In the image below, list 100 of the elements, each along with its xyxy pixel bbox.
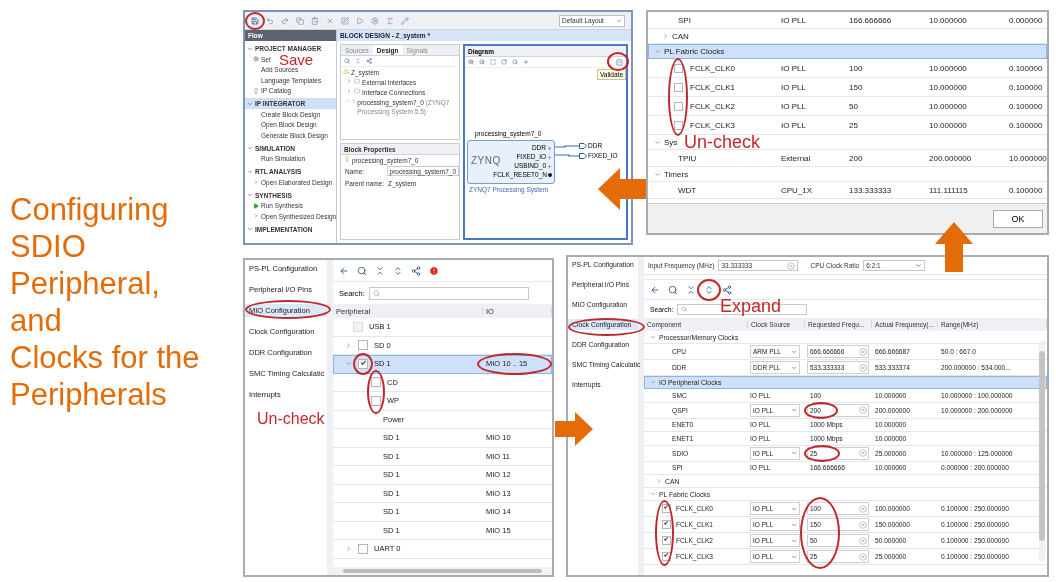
clear-icon[interactable] — [859, 536, 867, 545]
right-arrow — [555, 412, 593, 446]
chevron-down-icon — [791, 364, 797, 371]
search-icon[interactable] — [357, 265, 367, 276]
redo-icon[interactable] — [281, 16, 289, 25]
table-cell: IO PLL — [781, 101, 806, 111]
edit-icon[interactable] — [341, 16, 349, 25]
checkbox[interactable] — [371, 377, 381, 388]
table-cell: TPIU — [678, 153, 697, 163]
pencil-icon[interactable] — [401, 16, 409, 25]
rotate-icon[interactable] — [501, 59, 507, 65]
collapse-icon[interactable] — [355, 58, 361, 64]
table-cell: FCLK_CLK1 — [690, 82, 735, 92]
chevron-down-icon[interactable] — [345, 360, 352, 368]
table-cell: 200 — [849, 153, 863, 163]
clear-icon[interactable] — [859, 347, 867, 356]
checkbox[interactable] — [662, 552, 671, 561]
table-cell: 10.000000 — [929, 82, 967, 92]
checkbox[interactable] — [662, 504, 671, 513]
clear-icon[interactable] — [787, 261, 796, 270]
chevron-down-icon[interactable] — [650, 491, 656, 497]
paste-icon[interactable] — [311, 16, 319, 25]
table-cell: 10.000000 — [929, 15, 967, 25]
chevron-down-icon — [247, 145, 253, 151]
back-icon[interactable] — [339, 265, 349, 276]
search-icon[interactable] — [512, 59, 518, 65]
plus-icon — [547, 145, 552, 151]
fit-icon[interactable] — [490, 59, 496, 65]
chevron-down-icon — [247, 100, 253, 107]
expand-icon[interactable] — [393, 265, 403, 276]
chevron-down-icon — [247, 226, 253, 232]
highlight-ellipse — [607, 52, 629, 71]
chevron-right-icon[interactable] — [345, 341, 352, 349]
chevron-right-icon[interactable] — [662, 32, 669, 40]
checkbox[interactable] — [358, 340, 368, 351]
annotation-label: Expand — [720, 297, 782, 315]
settings-icon — [253, 56, 259, 63]
checkbox[interactable] — [662, 536, 671, 545]
clear-icon[interactable] — [859, 449, 867, 457]
chevron-right-icon[interactable] — [253, 213, 259, 220]
clear-icon[interactable] — [859, 552, 867, 561]
up-arrow — [935, 222, 973, 272]
chevron-down-icon[interactable] — [654, 47, 661, 55]
copy-icon[interactable] — [296, 16, 304, 25]
close-icon[interactable] — [326, 16, 334, 25]
zoom-out-icon[interactable] — [479, 59, 485, 65]
left-arrow — [598, 168, 646, 210]
clear-icon[interactable] — [859, 406, 867, 414]
back-icon[interactable] — [650, 284, 660, 295]
chevron-down-icon[interactable] — [650, 334, 656, 340]
expand-icon[interactable] — [704, 284, 714, 295]
group-row[interactable]: PL Fabric Clocks — [648, 44, 1047, 59]
collapse-icon[interactable] — [686, 284, 696, 295]
annotation-label: Un-check — [684, 133, 761, 151]
chevron-down-icon[interactable] — [650, 379, 656, 385]
search-field[interactable] — [368, 286, 529, 300]
validate-icon[interactable] — [616, 58, 623, 66]
chevron-right-icon[interactable] — [253, 179, 259, 186]
checkbox[interactable] — [674, 63, 683, 73]
table-cell: 0.100000 — [1009, 63, 1043, 73]
alert-icon[interactable] — [429, 265, 439, 276]
checkbox[interactable] — [674, 82, 683, 92]
checkbox[interactable] — [662, 520, 671, 529]
table-cell: 200.000000 — [929, 153, 972, 163]
play-icon[interactable] — [356, 16, 364, 25]
chevron-down-icon[interactable] — [654, 170, 661, 178]
hierarchy-icon[interactable] — [722, 284, 732, 295]
chevron-down-icon — [791, 450, 797, 456]
highlight-ellipse — [245, 12, 265, 30]
search-icon[interactable] — [668, 284, 678, 295]
chevron-right-icon[interactable] — [656, 478, 662, 484]
sigma-icon[interactable] — [386, 16, 394, 25]
highlight-ellipse — [800, 497, 840, 569]
collapse-icon[interactable] — [375, 265, 385, 276]
add-icon[interactable] — [523, 59, 529, 65]
zoom-in-icon[interactable] — [468, 59, 474, 65]
chevron-down-icon[interactable] — [654, 138, 661, 146]
settings-icon[interactable] — [371, 16, 379, 25]
chevron-right-icon[interactable] — [345, 545, 352, 553]
hierarchy-icon[interactable] — [366, 58, 372, 64]
checkbox[interactable] — [371, 395, 381, 406]
table-cell: 0.100000 — [1009, 185, 1043, 195]
folder-icon — [354, 88, 360, 94]
plus-icon — [547, 154, 552, 160]
hierarchy-icon[interactable] — [411, 265, 421, 276]
checkbox[interactable] — [674, 120, 683, 130]
save-icon[interactable] — [251, 16, 259, 25]
undo-icon[interactable] — [266, 16, 274, 25]
clear-icon[interactable] — [859, 363, 867, 372]
checkbox[interactable] — [674, 101, 683, 111]
clear-icon[interactable] — [859, 520, 867, 529]
logo-text: ZYNQ — [471, 155, 501, 166]
annotation-label: Un-check — [257, 411, 325, 427]
search-icon[interactable] — [344, 58, 350, 64]
checkbox[interactable] — [358, 543, 368, 554]
table-cell: FCLK_CLK0 — [690, 63, 735, 73]
clear-icon[interactable] — [859, 504, 867, 513]
ok-button[interactable]: OK — [993, 209, 1043, 228]
highlight-ellipse — [655, 500, 674, 566]
checkbox[interactable] — [358, 358, 368, 369]
